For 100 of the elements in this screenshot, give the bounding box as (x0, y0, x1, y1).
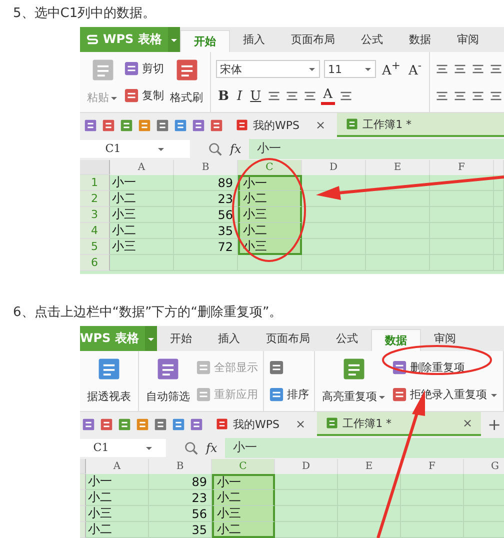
document-tab[interactable]: 我的WPS × (227, 113, 334, 137)
ribbon-button[interactable]: 格式刷 (168, 55, 205, 109)
font-field[interactable]: 11 (324, 60, 376, 78)
document-icon[interactable] (119, 118, 134, 132)
column-header[interactable]: D (302, 160, 366, 175)
table-cell (238, 255, 302, 271)
close-button[interactable]: × (450, 416, 473, 430)
document-icon[interactable] (153, 416, 168, 432)
table-cell: 小三 (110, 207, 174, 223)
function-button[interactable]: fx (206, 440, 218, 454)
formula-field[interactable]: 小一 (249, 138, 504, 158)
document-icon[interactable] (191, 118, 206, 132)
document-icon (269, 387, 284, 402)
caret-icon (308, 65, 316, 74)
document-icon[interactable] (173, 118, 188, 132)
column-header[interactable]: D (275, 459, 338, 474)
search-icon[interactable] (208, 142, 222, 156)
document-icon[interactable] (171, 416, 186, 432)
document-icon[interactable] (101, 118, 116, 132)
table-cell (275, 490, 338, 506)
ribbon-button[interactable]: 高亮重复项 (320, 354, 388, 408)
table-cell: 小三 (212, 506, 275, 522)
document-icon[interactable] (135, 416, 150, 432)
document-icon[interactable] (137, 118, 152, 132)
table-cell: 小一 (86, 474, 149, 490)
column-header[interactable]: A (110, 160, 174, 175)
format-button[interactable]: I (235, 88, 244, 104)
table-cell: 小二 (212, 522, 275, 538)
ribbon-tab[interactable]: 页面布局 (252, 326, 323, 351)
table-cell (338, 474, 401, 490)
table-cell: 小二 (110, 191, 174, 207)
document-icon (124, 61, 139, 76)
font-field[interactable]: 宋体 (216, 60, 320, 78)
ribbon-tab[interactable]: 开始 (156, 326, 205, 351)
column-header[interactable]: A (86, 459, 149, 474)
column-header[interactable]: F (430, 160, 494, 175)
ribbon-button[interactable]: 复制 (124, 88, 164, 103)
table-cell (302, 207, 366, 223)
ribbon-button[interactable]: 自动筛选 (144, 354, 192, 408)
ribbon-tab[interactable]: 数据 (370, 329, 421, 351)
ribbon-tab[interactable]: 插入 (204, 326, 253, 351)
table-cell: 小二 (110, 223, 174, 239)
table-cell: 小三 (86, 506, 149, 522)
ribbon-tab[interactable]: 公式 (348, 27, 396, 52)
document-icon (196, 360, 211, 375)
function-button[interactable]: fx (230, 142, 242, 156)
table-cell (430, 175, 494, 191)
document-tab[interactable]: 工作簿1 * (336, 113, 504, 137)
ribbon-tab[interactable]: 公式 (322, 326, 371, 351)
document-tab[interactable]: 工作簿1 * × (316, 412, 481, 436)
table-cell: 小一 (212, 474, 275, 490)
formula-field[interactable]: 小一 (225, 438, 504, 458)
document-icon[interactable] (99, 416, 114, 432)
document-icon (196, 387, 211, 402)
caret-button[interactable] (144, 326, 157, 351)
name-box[interactable]: C1 (80, 140, 190, 158)
table-cell (302, 255, 366, 271)
format-button[interactable]: A (321, 88, 334, 105)
ribbon-button[interactable]: 剪切 (124, 61, 164, 76)
ribbon-button[interactable]: 排序 (269, 387, 309, 402)
ribbon-tab[interactable]: 插入 (230, 27, 278, 52)
column-header[interactable]: G (464, 459, 504, 474)
ribbon-tab[interactable]: 开始 (180, 30, 230, 52)
ribbon-tab[interactable]: 数据 (396, 27, 444, 52)
column-header[interactable]: E (338, 459, 401, 474)
close-button[interactable]: × (284, 417, 306, 431)
document-icon (235, 118, 249, 132)
document-icon (269, 360, 284, 375)
caret-icon (364, 65, 372, 74)
format-button[interactable]: B (216, 88, 231, 104)
table-cell (338, 506, 401, 522)
ribbon-button[interactable]: 据透视表 (85, 354, 133, 408)
document-icon[interactable] (209, 118, 224, 132)
format-button[interactable]: A$^{-}$ (406, 59, 424, 79)
search-icon[interactable] (184, 440, 198, 454)
table-cell (302, 223, 366, 239)
table-cell: 小一 (238, 175, 302, 191)
table-cell: 小二 (86, 522, 149, 538)
column-header[interactable]: E (366, 160, 430, 175)
document-icon (341, 356, 367, 382)
ribbon-tab[interactable]: 页面布局 (278, 27, 348, 52)
document-icon[interactable] (81, 416, 96, 432)
document-icon[interactable] (155, 118, 170, 132)
close-button[interactable]: × (304, 118, 326, 132)
format-button[interactable]: U (248, 88, 264, 104)
document-tab[interactable]: 我的WPS × (207, 412, 314, 436)
new-tab-button[interactable]: + (484, 414, 504, 434)
document-icon[interactable] (83, 118, 98, 132)
column-header[interactable]: F (401, 459, 464, 474)
table-cell (338, 522, 401, 538)
document-icon[interactable] (117, 416, 132, 432)
table-cell (110, 255, 174, 271)
ribbon-tab[interactable]: 审阅 (420, 326, 469, 351)
ribbon-tab[interactable]: 审阅 (444, 27, 492, 52)
name-box[interactable]: C1 (80, 438, 166, 456)
format-button[interactable]: A$^{+}$ (380, 59, 402, 79)
table-cell: 小二 (212, 490, 275, 506)
caret-button[interactable] (168, 27, 180, 52)
table-cell (494, 175, 504, 191)
document-icon[interactable] (189, 416, 204, 432)
